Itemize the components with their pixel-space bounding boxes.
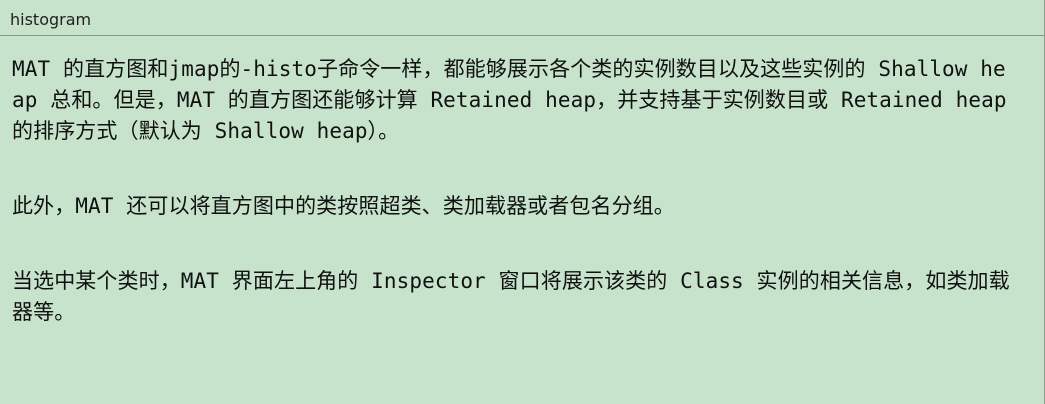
paragraph-2: 此外，MAT 还可以将直方图中的类按照超类、类加载器或者包名分组。 <box>12 194 675 218</box>
paragraph-3: 当选中某个类时，MAT 界面左上角的 Inspector 窗口将展示该类的 Cl… <box>12 269 1010 324</box>
paragraph-1: MAT 的直方图和jmap的-histo子命令一样，都能够展示各个类的实例数目以… <box>12 57 1007 143</box>
text-content-area: MAT 的直方图和jmap的-histo子命令一样，都能够展示各个类的实例数目以… <box>0 36 1023 328</box>
window-title-bar: histogram <box>0 0 1045 36</box>
histogram-window: histogram MAT 的直方图和jmap的-histo子命令一样，都能够展… <box>0 0 1045 404</box>
window-title: histogram <box>10 10 92 29</box>
